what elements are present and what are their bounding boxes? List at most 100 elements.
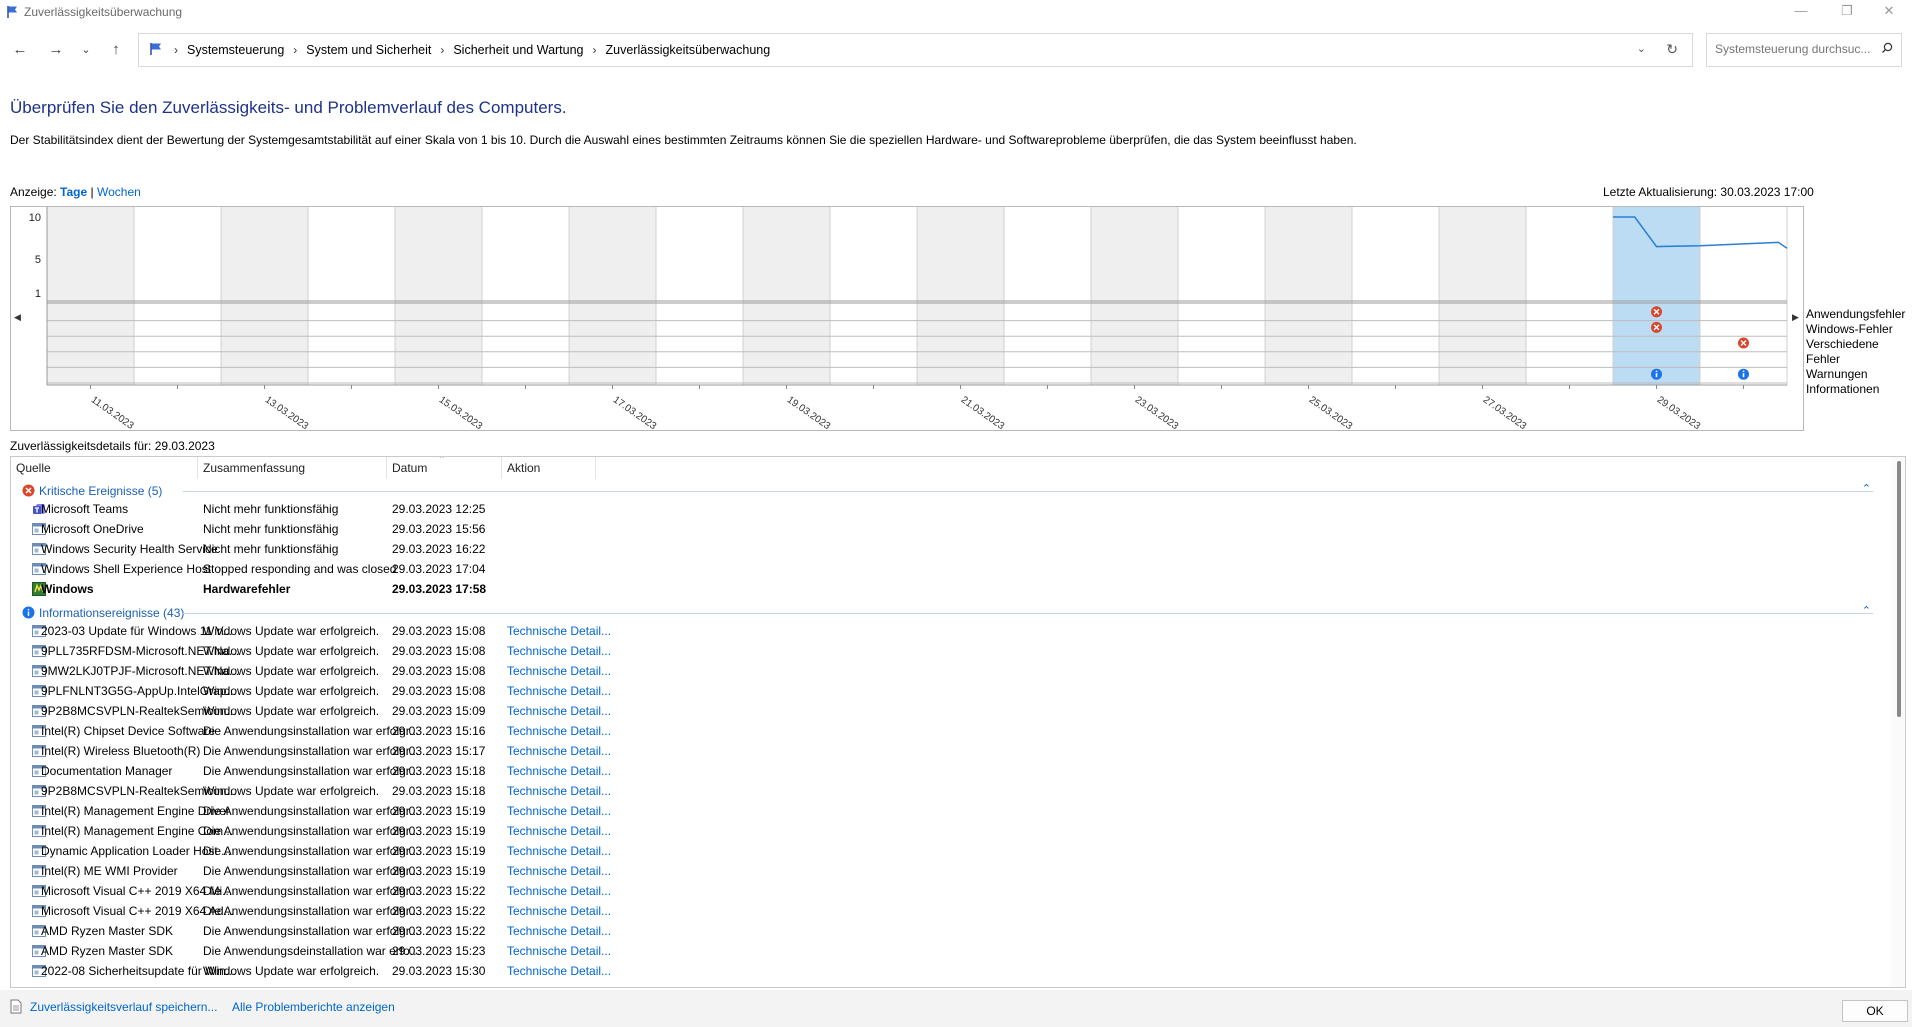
chart-column[interactable] <box>830 207 917 385</box>
maximize-button[interactable]: ❐ <box>1824 0 1870 24</box>
search-box[interactable] <box>1706 33 1902 67</box>
chart-column[interactable] <box>134 207 221 385</box>
row-action-link[interactable]: Technische Detail... <box>507 624 627 638</box>
row-action-link[interactable]: Technische Detail... <box>507 744 627 758</box>
table-row[interactable]: 9P2B8MCSVPLN-RealtekSemicon... Windows Up… <box>11 701 1891 721</box>
row-action-link[interactable]: Technische Detail... <box>507 964 627 978</box>
breadcrumb-item-system-und-sicherheit[interactable]: System und Sicherheit <box>306 43 431 57</box>
table-row[interactable]: Intel(R) Wireless Bluetooth(R) Die Anwend… <box>11 741 1891 761</box>
table-row[interactable]: Intel(R) ME WMI Provider Die Anwendungsin… <box>11 861 1891 881</box>
table-row[interactable]: Intel(R) Management Engine Com... Die Anw… <box>11 821 1891 841</box>
row-action-link[interactable]: Technische Detail... <box>507 684 627 698</box>
stability-chart-svg[interactable]: 10 5 1 11.03.2023 13.03.2023 15.03.2023 17.03.… <box>11 207 1803 430</box>
collapse-chevron-up-icon[interactable]: ⌃ <box>1862 604 1871 617</box>
column-action[interactable]: Aktion <box>507 461 540 475</box>
scroll-right-icon[interactable]: ▶ <box>1792 312 1799 323</box>
table-row[interactable]: AMD Ryzen Master SDK Die Anwendungsdeinst… <box>11 941 1891 961</box>
column-divider[interactable] <box>197 457 198 479</box>
table-row[interactable]: 9MW2LKJ0TPJF-Microsoft.NET.Na... Windows … <box>11 661 1891 681</box>
chart-column[interactable] <box>308 207 395 385</box>
table-row[interactable]: Microsoft Visual C++ 2019 X64 Mi... Die A… <box>11 881 1891 901</box>
row-action-link[interactable]: Technische Detail... <box>507 884 627 898</box>
close-button[interactable]: ✕ <box>1866 0 1912 24</box>
chart-column[interactable] <box>569 207 656 385</box>
group-title[interactable]: Kritische Ereignisse (5) <box>39 484 162 498</box>
group-title[interactable]: Informationsereignisse (43) <box>39 606 184 620</box>
row-action-link[interactable]: Technische Detail... <box>507 824 627 838</box>
chart-column[interactable] <box>656 207 743 385</box>
row-action-link[interactable]: Technische Detail... <box>507 804 627 818</box>
chart-column[interactable] <box>482 207 569 385</box>
table-row[interactable]: Documentation Manager Die Anwendungsinsta… <box>11 761 1891 781</box>
chart-column[interactable] <box>395 207 482 385</box>
all-problem-reports-link[interactable]: Alle Problemberichte anzeigen <box>232 1000 395 1014</box>
table-row[interactable]: 9PLL735RFDSM-Microsoft.NET.Na... Windows … <box>11 641 1891 661</box>
row-action-link[interactable]: Technische Detail... <box>507 844 627 858</box>
chart-column[interactable] <box>1700 207 1787 385</box>
table-row[interactable]: Dynamic Application Loader Host ... Die A… <box>11 841 1891 861</box>
row-action-link[interactable]: Technische Detail... <box>507 864 627 878</box>
table-row[interactable]: Windows Shell Experience Host Stopped res… <box>11 559 1891 579</box>
ok-button[interactable]: OK <box>1842 1000 1908 1022</box>
row-action-link[interactable]: Technische Detail... <box>507 664 627 678</box>
column-divider[interactable] <box>386 457 387 479</box>
search-input[interactable] <box>1715 42 1875 56</box>
table-row[interactable]: 2022-08 Sicherheitsupdate für Win... Wind… <box>11 961 1891 981</box>
recent-chevron-down-icon[interactable]: ⌄ <box>74 38 98 62</box>
minimize-button[interactable]: — <box>1778 0 1824 24</box>
column-date[interactable]: Datum <box>392 461 427 475</box>
row-action-link[interactable]: Technische Detail... <box>507 644 627 658</box>
column-source[interactable]: Quelle <box>16 461 51 475</box>
row-action-link[interactable]: Technische Detail... <box>507 704 627 718</box>
table-row[interactable]: 9PLFNLNT3G5G-AppUp.IntelGrap... Windows U… <box>11 681 1891 701</box>
chart-column[interactable] <box>47 207 134 385</box>
table-row[interactable]: Windows Hardwarefehler 29.03.2023 17:58 <box>11 579 1891 599</box>
table-row[interactable]: AMD Ryzen Master SDK Die Anwendungsinstal… <box>11 921 1891 941</box>
scroll-left-icon[interactable]: ◀ <box>14 312 21 323</box>
breadcrumb-item-sicherheit-und-wartung[interactable]: Sicherheit und Wartung <box>453 43 583 57</box>
scrollbar-thumb[interactable] <box>1897 461 1901 717</box>
address-dropdown-chevron-icon[interactable]: ⌄ <box>1637 42 1646 55</box>
refresh-icon[interactable]: ↻ <box>1666 41 1678 58</box>
group-header[interactable]: Kritische Ereignisse (5) ⌃ <box>11 482 1891 500</box>
chart-column[interactable] <box>743 207 830 385</box>
breadcrumb-item-systemsteuerung[interactable]: Systemsteuerung <box>187 43 284 57</box>
table-row[interactable]: Intel(R) Chipset Device Software Die Anwe… <box>11 721 1891 741</box>
stability-chart[interactable]: 10 5 1 11.03.2023 13.03.2023 15.03.2023 17.03.… <box>10 206 1804 431</box>
view-days-link[interactable]: Tage <box>60 185 87 199</box>
table-row[interactable]: Microsoft Visual C++ 2019 X64 Ad... Die A… <box>11 901 1891 921</box>
chart-column[interactable] <box>917 207 1004 385</box>
column-summary[interactable]: Zusammenfassung <box>203 461 305 475</box>
row-action-link[interactable]: Technische Detail... <box>507 904 627 918</box>
forward-icon[interactable]: → <box>44 38 68 62</box>
address-bar[interactable]: › Systemsteuerung › System und Sicherhei… <box>138 33 1693 67</box>
row-action-link[interactable]: Technische Detail... <box>507 784 627 798</box>
column-divider[interactable] <box>595 457 596 479</box>
group-header[interactable]: Informationsereignisse (43) ⌃ <box>11 604 1891 622</box>
row-action-link[interactable]: Technische Detail... <box>507 924 627 938</box>
chart-column[interactable] <box>1091 207 1178 385</box>
view-weeks-link[interactable]: Wochen <box>97 185 141 199</box>
table-row[interactable]: Microsoft Teams Nicht mehr funktionsfähig… <box>11 499 1891 519</box>
row-action-link[interactable]: Technische Detail... <box>507 764 627 778</box>
chart-column[interactable] <box>1526 207 1613 385</box>
chart-column[interactable] <box>1178 207 1265 385</box>
up-icon[interactable]: ↑ <box>104 38 128 62</box>
table-row[interactable]: 2023-03 Update für Windows 11 V... Window… <box>11 621 1891 641</box>
search-icon[interactable] <box>1881 42 1893 57</box>
back-icon[interactable]: ← <box>8 38 32 62</box>
table-row[interactable]: Intel(R) Management Engine Driver Die Anw… <box>11 801 1891 821</box>
collapse-chevron-up-icon[interactable]: ⌃ <box>1862 482 1871 495</box>
chart-column[interactable] <box>1439 207 1526 385</box>
table-row[interactable]: Microsoft OneDrive Nicht mehr funktionsfä… <box>11 519 1891 539</box>
chart-column[interactable] <box>1265 207 1352 385</box>
column-divider[interactable] <box>501 457 502 479</box>
vertical-scrollbar[interactable] <box>1891 457 1905 987</box>
save-history-link[interactable]: Zuverlässigkeitsverlauf speichern... <box>30 1000 217 1014</box>
chart-column[interactable] <box>1004 207 1091 385</box>
row-action-link[interactable]: Technische Detail... <box>507 724 627 738</box>
breadcrumb-item-zuverlaessigkeit[interactable]: Zuverlässigkeitsüberwachung <box>606 43 771 57</box>
table-row[interactable]: Windows Security Health Service Nicht meh… <box>11 539 1891 559</box>
table-row[interactable]: 9P2B8MCSVPLN-RealtekSemicon... Windows Up… <box>11 781 1891 801</box>
chart-column[interactable] <box>1352 207 1439 385</box>
